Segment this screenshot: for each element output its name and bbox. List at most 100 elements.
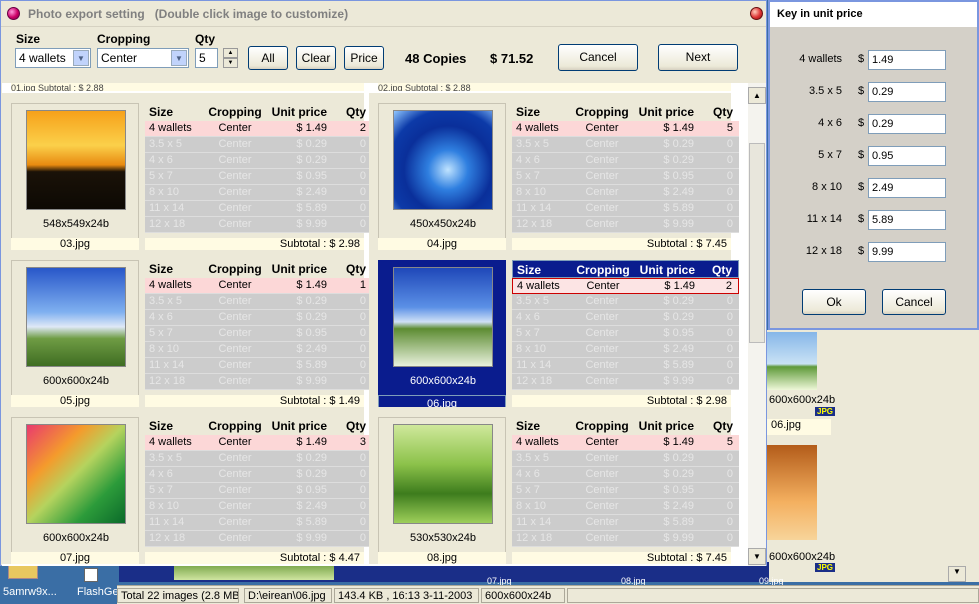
price-row[interactable]: 12 x 18 Center $ 9.99 0 <box>145 217 372 233</box>
price-row[interactable]: 4 wallets Center $ 1.49 2 <box>512 278 739 294</box>
price-row[interactable]: 11 x 14 Center $ 5.89 0 <box>145 515 372 531</box>
price-row[interactable]: 4 x 6 Center $ 0.29 0 <box>145 153 372 169</box>
image-cell[interactable]: 600x600x24b Size Cropping Unit price Qty… <box>2 407 372 564</box>
next-button[interactable]: Next <box>658 44 738 71</box>
image-cell[interactable]: 600x600x24b Size Cropping Unit price Qty… <box>2 250 372 407</box>
price-row[interactable]: 8 x 10 Center $ 2.49 0 <box>512 185 739 201</box>
image-thumbnail-box[interactable]: 530x530x24b <box>378 417 506 561</box>
price-entry-input[interactable] <box>868 242 946 262</box>
size-select[interactable]: 4 wallets ▼ <box>15 48 91 68</box>
price-row[interactable]: 4 x 6 Center $ 0.29 0 <box>145 467 372 483</box>
qty-input[interactable]: 5 <box>195 48 218 68</box>
price-entry-input[interactable] <box>868 210 946 230</box>
image-cell[interactable]: 450x450x24b Size Cropping Unit price Qty… <box>369 93 739 250</box>
price-row[interactable]: 4 wallets Center $ 1.49 2 <box>145 121 372 137</box>
cropping-select[interactable]: Center ▼ <box>97 48 189 68</box>
image-cell[interactable]: 548x549x24b Size Cropping Unit price Qty… <box>2 93 372 250</box>
row-unit-price: $ 1.49 <box>663 122 694 134</box>
price-row[interactable]: 5 x 7 Center $ 0.95 0 <box>145 169 372 185</box>
price-entry-input[interactable] <box>868 178 946 198</box>
price-row[interactable]: 4 wallets Center $ 1.49 5 <box>512 435 739 451</box>
row-unit-price: $ 2.49 <box>663 186 694 198</box>
price-row[interactable]: 11 x 14 Center $ 5.89 0 <box>145 358 372 374</box>
desktop-icon-label[interactable]: FlashGe <box>77 586 119 598</box>
price-row[interactable]: 4 x 6 Center $ 0.29 0 <box>512 467 739 483</box>
price-entry-input[interactable] <box>868 146 946 166</box>
image-thumbnail-box[interactable]: 600x600x24b <box>11 260 139 404</box>
price-button[interactable]: Price <box>344 46 384 70</box>
scroll-up-icon[interactable]: ▲ <box>748 87 766 104</box>
shortcut-icon[interactable] <box>84 568 98 582</box>
price-row[interactable]: 3.5 x 5 Center $ 0.29 0 <box>145 137 372 153</box>
price-row[interactable]: 12 x 18 Center $ 9.99 0 <box>145 531 372 547</box>
folder-icon[interactable] <box>8 565 38 579</box>
price-row[interactable]: 11 x 14 Center $ 5.89 0 <box>512 201 739 217</box>
scroll-down-icon[interactable]: ▼ <box>748 548 766 565</box>
close-icon[interactable] <box>750 7 763 20</box>
row-size: 4 x 6 <box>516 468 540 480</box>
price-row[interactable]: 4 wallets Center $ 1.49 3 <box>145 435 372 451</box>
price-row[interactable]: 3.5 x 5 Center $ 0.29 0 <box>512 137 739 153</box>
image-thumbnail-box[interactable]: 600x600x24b <box>378 260 506 404</box>
spin-down-icon[interactable]: ▼ <box>223 58 238 68</box>
price-row[interactable]: 11 x 14 Center $ 5.89 0 <box>145 201 372 217</box>
price-row[interactable]: 5 x 7 Center $ 0.95 0 <box>145 483 372 499</box>
clear-button[interactable]: Clear <box>296 46 336 70</box>
price-row[interactable]: 3.5 x 5 Center $ 0.29 0 <box>145 451 372 467</box>
price-row[interactable]: 8 x 10 Center $ 2.49 0 <box>145 185 372 201</box>
photo-thumbnail[interactable] <box>26 110 126 210</box>
price-entry-input[interactable] <box>868 82 946 102</box>
all-button[interactable]: All <box>248 46 288 70</box>
image-cell[interactable]: 530x530x24b Size Cropping Unit price Qty… <box>369 407 739 564</box>
chevron-down-icon[interactable]: ▼ <box>73 50 89 66</box>
chevron-down-icon[interactable]: ▼ <box>171 50 187 66</box>
price-row[interactable]: 3.5 x 5 Center $ 0.29 0 <box>145 294 372 310</box>
price-row[interactable]: 12 x 18 Center $ 9.99 0 <box>512 374 739 390</box>
scroll-down-icon[interactable]: ▼ <box>948 566 966 582</box>
background-scrollbar[interactable]: ▼ <box>948 300 966 582</box>
price-row[interactable]: 5 x 7 Center $ 0.95 0 <box>512 326 739 342</box>
price-row[interactable]: 4 x 6 Center $ 0.29 0 <box>512 310 739 326</box>
cancel-button[interactable]: Cancel <box>558 44 638 71</box>
price-row[interactable]: 12 x 18 Center $ 9.99 0 <box>145 374 372 390</box>
photo-thumbnail[interactable] <box>393 267 493 367</box>
price-row[interactable]: 8 x 10 Center $ 2.49 0 <box>145 342 372 358</box>
image-thumbnail-box[interactable]: 548x549x24b <box>11 103 139 247</box>
photo-thumbnail[interactable] <box>26 424 126 524</box>
row-cropping: Center <box>218 202 252 214</box>
photo-export-window: Photo export setting (Double click image… <box>0 0 767 566</box>
scroll-thumb[interactable] <box>749 143 765 343</box>
row-unit-price: $ 0.29 <box>663 138 694 150</box>
price-row[interactable]: 11 x 14 Center $ 5.89 0 <box>512 515 739 531</box>
price-row[interactable]: 5 x 7 Center $ 0.95 0 <box>512 169 739 185</box>
row-size: 8 x 10 <box>149 186 179 198</box>
price-row[interactable]: 5 x 7 Center $ 0.95 0 <box>512 483 739 499</box>
price-row[interactable]: 4 x 6 Center $ 0.29 0 <box>145 310 372 326</box>
image-thumbnail-box[interactable]: 450x450x24b <box>378 103 506 247</box>
price-row[interactable]: 3.5 x 5 Center $ 0.29 0 <box>512 294 739 310</box>
scrollbar[interactable]: ▲ ▼ <box>748 83 766 566</box>
ok-button[interactable]: Ok <box>802 289 866 315</box>
price-row[interactable]: 12 x 18 Center $ 9.99 0 <box>512 531 739 547</box>
price-entry-input[interactable] <box>868 114 946 134</box>
price-row[interactable]: 12 x 18 Center $ 9.99 0 <box>512 217 739 233</box>
photo-thumbnail[interactable] <box>26 267 126 367</box>
photo-thumbnail[interactable] <box>393 424 493 524</box>
price-row[interactable]: 4 x 6 Center $ 0.29 0 <box>512 153 739 169</box>
price-row[interactable]: 8 x 10 Center $ 2.49 0 <box>512 342 739 358</box>
image-thumbnail-box[interactable]: 600x600x24b <box>11 417 139 561</box>
dialog-cancel-button[interactable]: Cancel <box>882 289 946 315</box>
price-row[interactable]: 8 x 10 Center $ 2.49 0 <box>512 499 739 515</box>
desktop-icon-label[interactable]: 5amrw9x... <box>3 586 57 598</box>
photo-thumbnail[interactable] <box>393 110 493 210</box>
price-row[interactable]: 3.5 x 5 Center $ 0.29 0 <box>512 451 739 467</box>
price-row[interactable]: 5 x 7 Center $ 0.95 0 <box>145 326 372 342</box>
row-qty: 0 <box>359 452 366 464</box>
price-row[interactable]: 4 wallets Center $ 1.49 5 <box>512 121 739 137</box>
spin-up-icon[interactable]: ▲ <box>223 48 238 58</box>
price-row[interactable]: 11 x 14 Center $ 5.89 0 <box>512 358 739 374</box>
price-row[interactable]: 4 wallets Center $ 1.49 1 <box>145 278 372 294</box>
price-entry-input[interactable] <box>868 50 946 70</box>
price-row[interactable]: 8 x 10 Center $ 2.49 0 <box>145 499 372 515</box>
image-cell[interactable]: 600x600x24b Size Cropping Unit price Qty… <box>369 250 739 415</box>
